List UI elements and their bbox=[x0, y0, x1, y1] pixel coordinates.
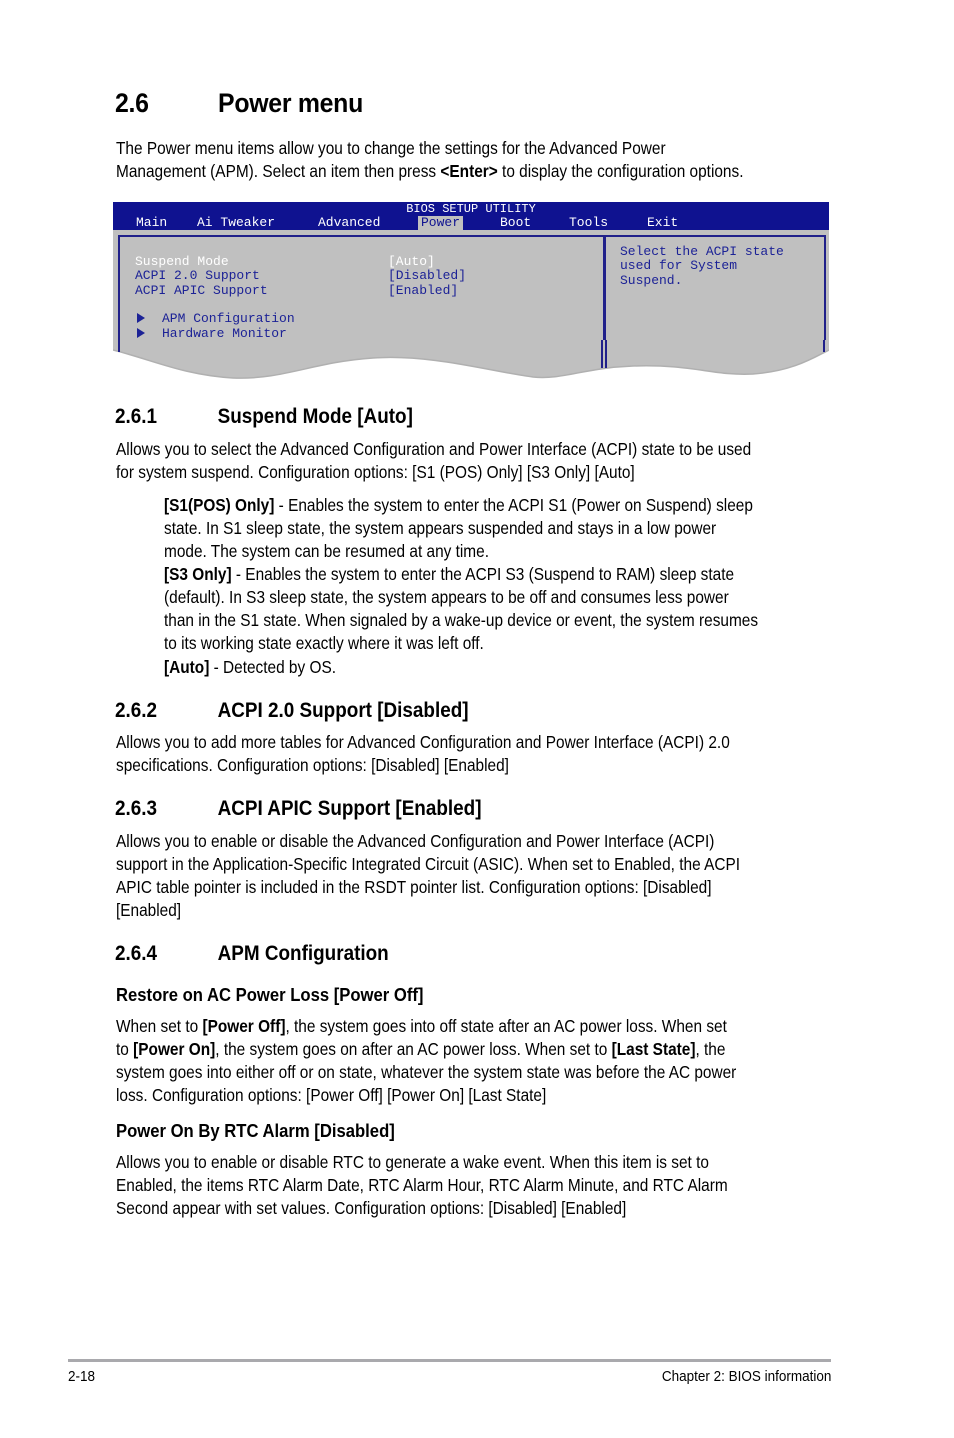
bios-item-acpi-apic-support[interactable]: ACPI APIC Support bbox=[135, 283, 268, 299]
paragraph-line: state. In S1 sleep state, the system app… bbox=[164, 518, 717, 538]
paragraph-line: mode. The system can be resumed at any t… bbox=[164, 541, 489, 561]
bios-tab-ai-tweaker[interactable]: Ai Tweaker bbox=[194, 216, 278, 230]
paragraph-line: Enabled, the items RTC Alarm Date, RTC A… bbox=[116, 1175, 728, 1195]
submenu-arrow-icon bbox=[137, 313, 145, 323]
paragraph-line: to [Power On], the system goes on after … bbox=[116, 1039, 726, 1059]
option-s1-line: [S1(POS) Only] - Enables the system to e… bbox=[164, 495, 753, 515]
paragraph-line: Second appear with set values. Configura… bbox=[116, 1198, 627, 1218]
paragraph-line: Allows you to enable or disable RTC to g… bbox=[116, 1152, 709, 1172]
paragraph-line: [Enabled] bbox=[116, 900, 182, 920]
bios-help-line: Suspend. bbox=[620, 273, 683, 288]
paragraph-line: When set to [Power Off], the system goes… bbox=[116, 1016, 727, 1036]
subsection-title-2-6-3: 2.6.3 ACPI APIC Support [Enabled] bbox=[115, 797, 482, 820]
bios-item-acpi-2-support[interactable]: ACPI 2.0 Support bbox=[135, 268, 260, 284]
option-s3-label: [S3 Only] bbox=[164, 564, 232, 584]
bios-header: BIOS SETUP UTILITY Main Ai Tweaker Advan… bbox=[113, 202, 829, 230]
paragraph-line: for system suspend. Configuration option… bbox=[116, 462, 635, 482]
bios-tab-tools[interactable]: Tools bbox=[566, 216, 611, 230]
section-number: 2.6 bbox=[115, 88, 149, 118]
paragraph-line: support in the Application-Specific Inte… bbox=[116, 854, 741, 874]
option-s1-label: [S1(POS) Only] bbox=[164, 495, 275, 515]
intro-line-1: The Power menu items allow you to change… bbox=[116, 138, 666, 158]
subsection-title-2-6-1: 2.6.1 Suspend Mode [Auto] bbox=[115, 405, 413, 428]
bios-screenshot: BIOS SETUP UTILITY Main Ai Tweaker Advan… bbox=[113, 202, 829, 386]
bios-submenu-apm-configuration[interactable]: APM Configuration bbox=[162, 311, 295, 327]
rtc-alarm-title: Power On By RTC Alarm [Disabled] bbox=[116, 1120, 395, 1141]
section-title-text: Power menu bbox=[218, 88, 363, 118]
paragraph-line: loss. Configuration options: [Power Off]… bbox=[116, 1085, 547, 1105]
bios-tab-boot[interactable]: Boot bbox=[497, 216, 534, 230]
bios-value-acpi-2-support[interactable]: [Disabled] bbox=[388, 268, 466, 284]
bios-tab-exit[interactable]: Exit bbox=[644, 216, 681, 230]
option-auto-line: [Auto] - Detected by OS. bbox=[164, 657, 337, 677]
submenu-arrow-icon bbox=[137, 328, 145, 338]
page-number: 2-18 bbox=[68, 1368, 96, 1385]
bios-help-line: used for System bbox=[620, 258, 738, 273]
footer-divider bbox=[68, 1359, 831, 1362]
paragraph-line: APIC table pointer is included in the RS… bbox=[116, 877, 712, 897]
paragraph-line: specifications. Configuration options: [… bbox=[116, 755, 509, 775]
bios-title: BIOS SETUP UTILITY bbox=[406, 202, 536, 216]
paragraph-line: system goes into either off or on state,… bbox=[116, 1062, 737, 1082]
bios-tab-advanced[interactable]: Advanced bbox=[315, 216, 383, 230]
subsection-title-2-6-2: 2.6.2 ACPI 2.0 Support [Disabled] bbox=[115, 699, 469, 722]
option-auto-label: [Auto] bbox=[164, 657, 210, 677]
enter-key-label: <Enter> bbox=[440, 161, 498, 181]
paragraph-line: Allows you to select the Advanced Config… bbox=[116, 439, 752, 459]
bios-tab-main[interactable]: Main bbox=[133, 216, 170, 230]
torn-edge-decoration bbox=[113, 340, 829, 386]
section-title: 2.6 Power menu bbox=[115, 88, 363, 119]
intro-line-2: Management (APM). Select an item then pr… bbox=[116, 161, 744, 181]
bios-value-acpi-apic-support[interactable]: [Enabled] bbox=[388, 283, 458, 299]
paragraph-line: Allows you to add more tables for Advanc… bbox=[116, 732, 730, 752]
paragraph-line: than in the S1 state. When signaled by a… bbox=[164, 610, 759, 630]
paragraph-line: Allows you to enable or disable the Adva… bbox=[116, 831, 715, 851]
paragraph-line: (default). In S3 sleep state, the system… bbox=[164, 587, 729, 607]
bios-tab-power[interactable]: Power bbox=[418, 216, 464, 230]
option-s3-line: [S3 Only] - Enables the system to enter … bbox=[164, 564, 735, 584]
paragraph-line: to its working state exactly where it wa… bbox=[164, 633, 484, 653]
subsection-title-2-6-4: 2.6.4 APM Configuration bbox=[115, 942, 389, 965]
restore-ac-power-loss-title: Restore on AC Power Loss [Power Off] bbox=[116, 984, 424, 1005]
chapter-label: Chapter 2: BIOS information bbox=[661, 1368, 831, 1385]
